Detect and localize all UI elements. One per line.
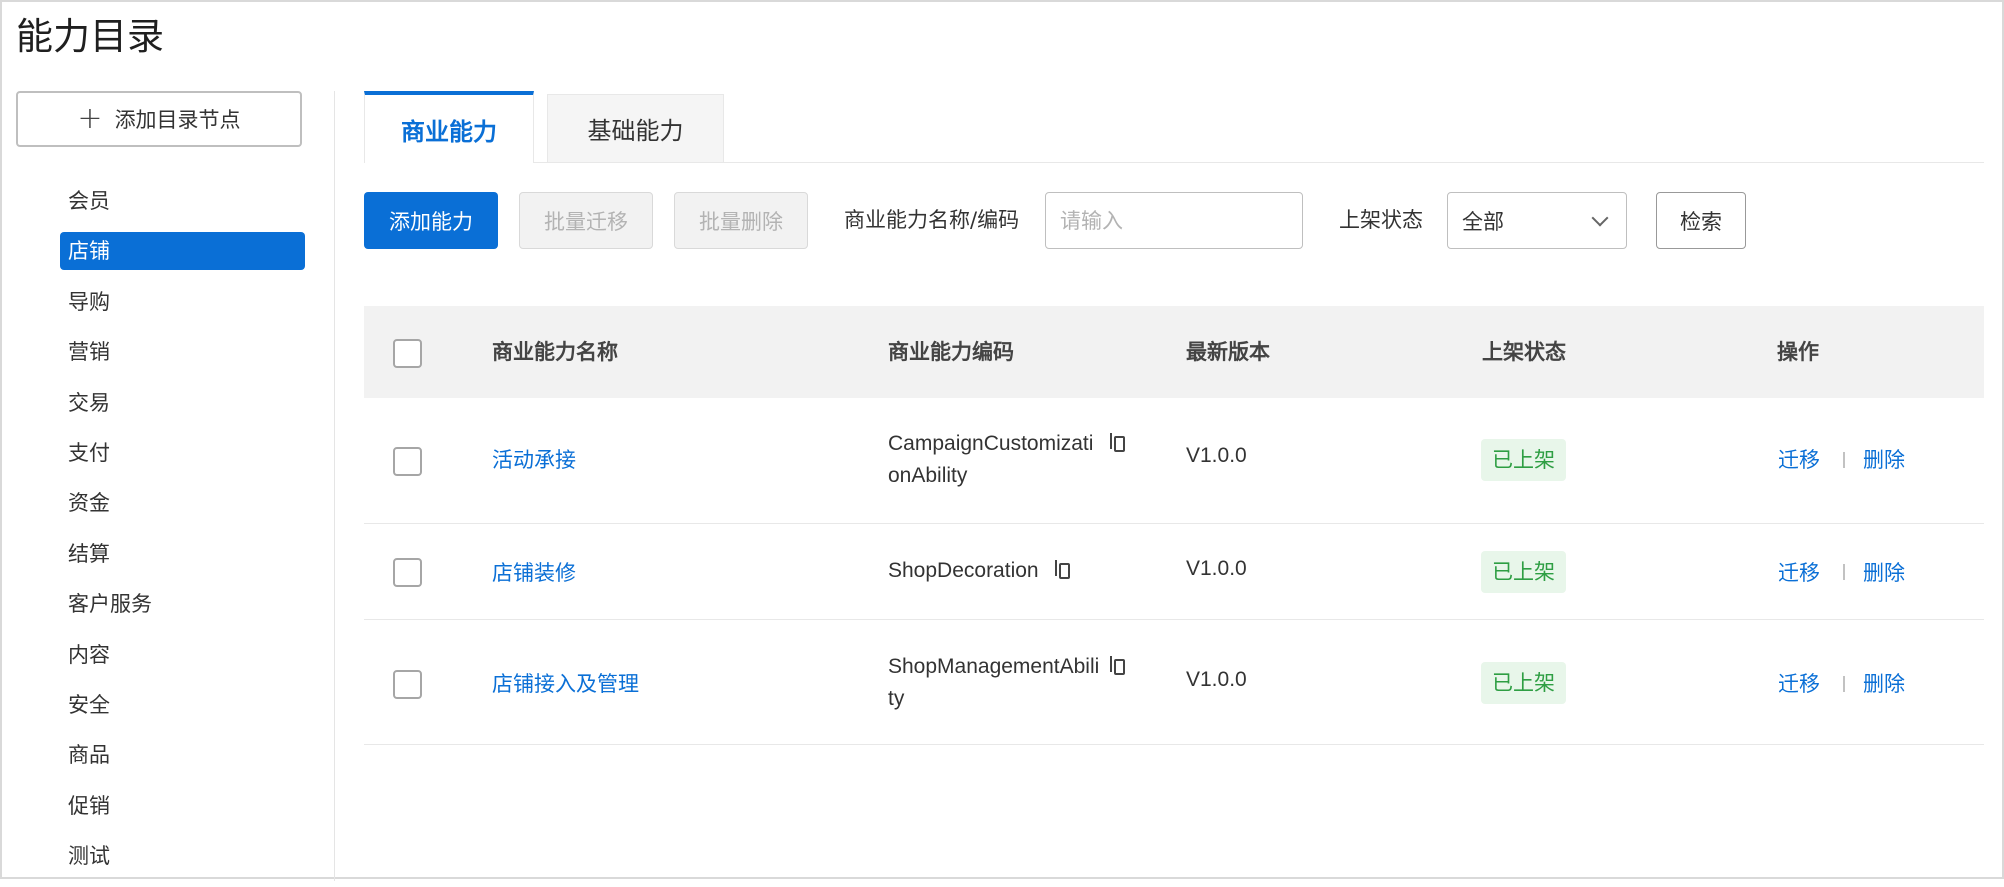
directory-tree: 会员 店铺 导购 营销 交易 支付 资金 结算 客户服务 内容 安全 商品 促销… <box>60 182 305 887</box>
row-checkbox[interactable] <box>393 447 422 476</box>
name-search-input[interactable] <box>1045 192 1303 249</box>
add-directory-node-label: 添加目录节点 <box>114 108 241 132</box>
status-filter-label: 上架状态 <box>1339 208 1423 232</box>
delete-link[interactable]: 删除 <box>1863 668 1905 698</box>
ability-name-link[interactable]: 店铺装修 <box>492 557 576 587</box>
ability-version: V1.0.0 <box>1186 668 1247 691</box>
add-directory-node-button[interactable]: + 添加目录节点 <box>16 91 302 147</box>
tab-basic-ability[interactable]: 基础能力 <box>547 94 724 162</box>
migrate-link[interactable]: 迁移 <box>1778 557 1820 587</box>
ability-version: V1.0.0 <box>1186 444 1247 467</box>
tree-item-security[interactable]: 安全 <box>60 686 305 724</box>
copy-icon[interactable] <box>1055 560 1070 579</box>
batch-delete-button[interactable]: 批量删除 <box>674 192 808 249</box>
row-checkbox[interactable] <box>393 670 422 699</box>
delete-link[interactable]: 删除 <box>1863 557 1905 587</box>
table-row: 店铺接入及管理 ShopManagementAbility V1.0.0 已上架… <box>364 620 1984 745</box>
delete-link[interactable]: 删除 <box>1863 444 1905 474</box>
status-badge: 已上架 <box>1481 551 1566 593</box>
action-divider <box>1843 452 1845 468</box>
column-header-name: 商业能力名称 <box>492 340 618 364</box>
migrate-link[interactable]: 迁移 <box>1778 668 1820 698</box>
column-header-version: 最新版本 <box>1186 340 1270 364</box>
status-badge: 已上架 <box>1481 439 1566 481</box>
add-ability-button[interactable]: 添加能力 <box>364 192 498 249</box>
status-select[interactable]: 全部 <box>1447 192 1627 249</box>
row-checkbox[interactable] <box>393 558 422 587</box>
tree-item-test[interactable]: 测试 <box>60 837 305 875</box>
tree-item-promotion[interactable]: 促销 <box>60 787 305 825</box>
tree-item-member[interactable]: 会员 <box>60 182 305 220</box>
action-divider <box>1843 564 1845 580</box>
table-row: 店铺装修 ShopDecoration V1.0.0 已上架 迁移 删除 <box>364 524 1984 620</box>
tree-item-funds[interactable]: 资金 <box>60 484 305 522</box>
name-filter-label: 商业能力名称/编码 <box>844 208 1020 232</box>
column-header-code: 商业能力编码 <box>888 340 1014 364</box>
select-all-checkbox[interactable] <box>393 339 422 368</box>
tab-bar: 商业能力 基础能力 <box>364 91 1984 163</box>
tree-item-content[interactable]: 内容 <box>60 636 305 674</box>
migrate-link[interactable]: 迁移 <box>1778 444 1820 474</box>
ability-name-link[interactable]: 店铺接入及管理 <box>492 668 639 698</box>
tree-item-shop[interactable]: 店铺 <box>60 232 305 271</box>
sidebar-divider <box>334 91 335 881</box>
tree-item-trade[interactable]: 交易 <box>60 384 305 422</box>
status-select-value: 全部 <box>1462 209 1504 234</box>
table-header: 商业能力名称 商业能力编码 最新版本 上架状态 操作 <box>364 306 1984 398</box>
copy-icon[interactable] <box>1110 656 1125 675</box>
tree-item-settlement[interactable]: 结算 <box>60 535 305 573</box>
action-divider <box>1843 676 1845 692</box>
ability-code: ShopManagementAbility <box>888 655 1100 710</box>
search-button[interactable]: 检索 <box>1656 192 1746 249</box>
tree-item-shopping-guide[interactable]: 导购 <box>60 283 305 321</box>
tree-item-payment[interactable]: 支付 <box>60 434 305 472</box>
tree-item-customer-service[interactable]: 客户服务 <box>60 585 305 623</box>
tree-item-goods[interactable]: 商品 <box>60 736 305 774</box>
table-row: 活动承接 CampaignCustomizationAbility V1.0.0… <box>364 398 1984 524</box>
batch-migrate-button[interactable]: 批量迁移 <box>519 192 653 249</box>
column-header-status: 上架状态 <box>1482 340 1566 364</box>
tree-item-marketing[interactable]: 营销 <box>60 333 305 371</box>
app-window: 能力目录 + 添加目录节点 会员 店铺 导购 营销 交易 支付 资金 结算 客户… <box>0 0 2004 881</box>
ability-table: 商业能力名称 商业能力编码 最新版本 上架状态 操作 活动承接 Campaign… <box>364 306 1984 745</box>
copy-icon[interactable] <box>1110 433 1125 452</box>
column-header-actions: 操作 <box>1777 340 1819 364</box>
chevron-down-icon <box>1591 209 1609 226</box>
ability-name-link[interactable]: 活动承接 <box>492 444 576 474</box>
tab-business-ability[interactable]: 商业能力 <box>364 91 534 163</box>
status-badge: 已上架 <box>1481 662 1566 704</box>
plus-icon: + <box>77 101 103 136</box>
ability-version: V1.0.0 <box>1186 557 1247 580</box>
ability-code: CampaignCustomizationAbility <box>888 432 1094 487</box>
page-title: 能力目录 <box>16 15 164 58</box>
